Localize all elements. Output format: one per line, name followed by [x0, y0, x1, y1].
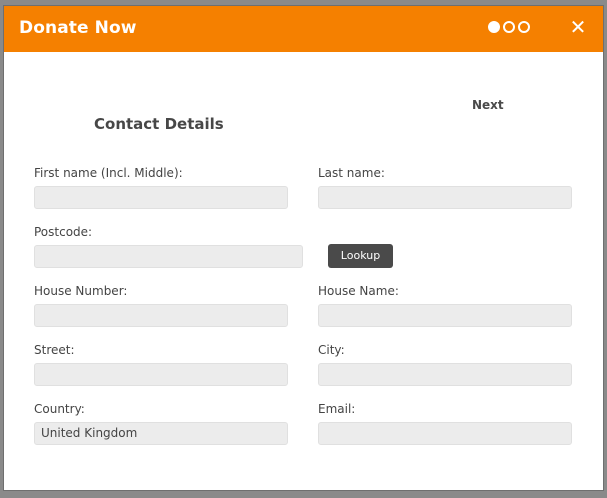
close-icon[interactable]: ✕ [569, 16, 587, 38]
city-field[interactable] [318, 363, 572, 386]
modal-header: Donate Now ✕ [4, 6, 603, 52]
email-field[interactable] [318, 422, 572, 445]
next-button[interactable]: Next [472, 98, 504, 112]
house-number-label: House Number: [34, 284, 128, 298]
step-2-icon [503, 21, 515, 33]
first-name-label: First name (Incl. Middle): [34, 166, 183, 180]
lookup-button[interactable]: Lookup [328, 244, 393, 268]
step-1-icon [488, 21, 500, 33]
step-3-icon [518, 21, 530, 33]
email-label: Email: [318, 402, 356, 416]
last-name-label: Last name: [318, 166, 385, 180]
house-number-field[interactable] [34, 304, 288, 327]
house-name-field[interactable] [318, 304, 572, 327]
postcode-field[interactable] [34, 245, 303, 268]
step-indicator [488, 21, 530, 33]
donate-modal: Donate Now ✕ Next Contact Details First … [4, 6, 603, 490]
street-label: Street: [34, 343, 75, 357]
first-name-field[interactable] [34, 186, 288, 209]
postcode-label: Postcode: [34, 225, 93, 239]
house-name-label: House Name: [318, 284, 399, 298]
modal-title: Donate Now [19, 18, 137, 38]
country-field[interactable]: United Kingdom [34, 422, 288, 445]
section-title: Contact Details [94, 115, 224, 133]
street-field[interactable] [34, 363, 288, 386]
last-name-field[interactable] [318, 186, 572, 209]
country-label: Country: [34, 402, 85, 416]
city-label: City: [318, 343, 345, 357]
